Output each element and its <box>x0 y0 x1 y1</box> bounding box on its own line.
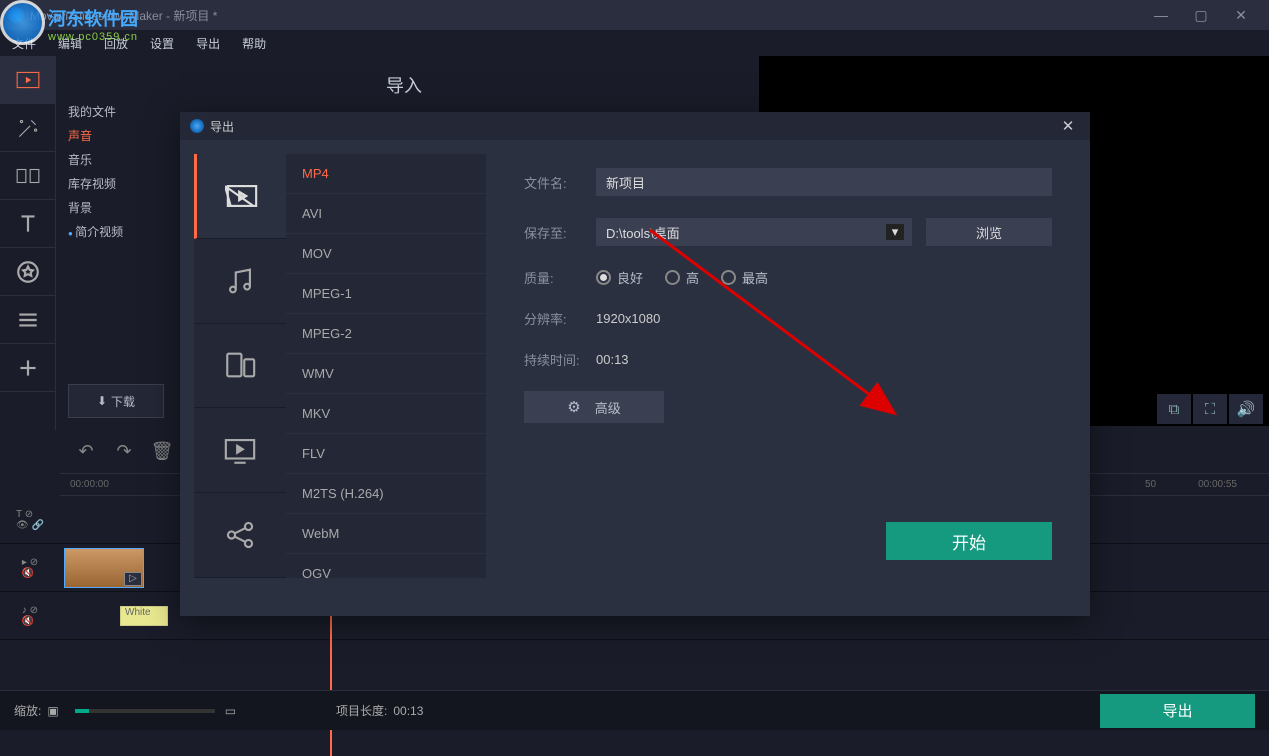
zoom-fit-icon[interactable]: ▣ <box>47 704 58 718</box>
duration-value: 00:13 <box>596 352 629 367</box>
tool-titles[interactable] <box>0 200 56 248</box>
preview-controls: ⧉ ⛶ 🔊 <box>1155 394 1263 424</box>
bottom-bar: 缩放: ▣ ▭ 项目长度: 00:13 导出 <box>0 690 1269 730</box>
category-share[interactable] <box>194 493 286 578</box>
video-track-head: ▸ ⊘🔇 <box>0 544 60 592</box>
saveto-value: D:\tools\桌面 <box>606 223 680 242</box>
detach-icon[interactable]: ⧉ <box>1157 394 1191 424</box>
dialog-titlebar: 导出 ✕ <box>180 112 1090 140</box>
zoom-wide-icon[interactable]: ▭ <box>225 704 236 718</box>
sidebar-item-sounds[interactable]: 声音 <box>68 124 164 148</box>
title-track-head: T ⊘👁 🔗 <box>0 496 60 544</box>
video-clip[interactable]: ▷ <box>64 548 144 588</box>
zoom-slider[interactable] <box>75 709 215 713</box>
filename-label: 文件名: <box>524 173 596 192</box>
tool-import[interactable] <box>0 56 56 104</box>
delete-button[interactable]: 🗑 <box>144 434 180 470</box>
format-avi[interactable]: AVI <box>286 194 486 234</box>
format-m2ts[interactable]: M2TS (H.264) <box>286 474 486 514</box>
sidebar-item-intro-video[interactable]: 简介视频 <box>68 220 164 244</box>
tool-transitions[interactable] <box>0 152 56 200</box>
sidebar-item-music[interactable]: 音乐 <box>68 148 164 172</box>
window-titlebar: Movavi Slideshow Maker - 新项目 * — ▢ ✕ <box>0 0 1269 30</box>
browse-button[interactable]: 浏览 <box>926 218 1052 246</box>
quality-high-label: 高 <box>686 268 699 287</box>
export-settings-column: 文件名: 保存至: D:\tools\桌面 浏览 质量: 良好 高 最高 分辨率… <box>486 154 1076 578</box>
format-mpeg2[interactable]: MPEG-2 <box>286 314 486 354</box>
audio-track-head: ♪ ⊘🔇 <box>0 592 60 640</box>
ruler-tick-50: 50 <box>1145 479 1156 490</box>
undo-button[interactable]: ↶ <box>68 434 104 470</box>
format-webm[interactable]: WebM <box>286 514 486 554</box>
close-button[interactable]: ✕ <box>1221 0 1261 30</box>
tool-add[interactable] <box>0 344 56 392</box>
menu-export[interactable]: 导出 <box>196 35 220 52</box>
ruler-tick-0: 00:00:00 <box>70 479 109 490</box>
format-flv[interactable]: FLV <box>286 434 486 474</box>
dialog-app-icon <box>190 119 204 133</box>
quality-good-radio[interactable]: 良好 <box>596 268 643 287</box>
sidebar-item-backgrounds[interactable]: 背景 <box>68 196 164 220</box>
advanced-label: 高级 <box>595 398 621 417</box>
category-tv[interactable] <box>194 408 286 493</box>
project-length-label: 项目长度: <box>336 702 387 719</box>
quality-best-label: 最高 <box>742 268 768 287</box>
quality-high-radio[interactable]: 高 <box>665 268 699 287</box>
category-audio[interactable] <box>194 239 286 324</box>
start-button[interactable]: 开始 <box>886 522 1052 560</box>
maximize-button[interactable]: ▢ <box>1181 0 1221 30</box>
transition-icon[interactable]: ▷ <box>124 572 142 586</box>
menu-bar: 文件 编辑 回放 设置 导出 帮助 <box>0 30 1269 56</box>
saveto-select[interactable]: D:\tools\桌面 <box>596 218 912 246</box>
project-length-value: 00:13 <box>393 704 423 718</box>
quality-good-label: 良好 <box>617 268 643 287</box>
export-format-column: MP4 AVI MOV MPEG-1 MPEG-2 WMV MKV FLV M2… <box>286 154 486 578</box>
category-video[interactable] <box>194 154 286 239</box>
audio-clip[interactable]: White <box>120 606 168 626</box>
quality-radio-group: 良好 高 最高 <box>596 268 790 287</box>
format-mpeg1[interactable]: MPEG-1 <box>286 274 486 314</box>
format-mkv[interactable]: MKV <box>286 394 486 434</box>
fullscreen-icon[interactable]: ⛶ <box>1193 394 1227 424</box>
quality-best-radio[interactable]: 最高 <box>721 268 768 287</box>
resolution-label: 分辨率: <box>524 309 596 328</box>
quality-label: 质量: <box>524 268 596 287</box>
sidebar-item-stock-video[interactable]: 库存视频 <box>68 172 164 196</box>
ruler-tick-55: 00:00:55 <box>1198 479 1237 490</box>
filename-input[interactable] <box>596 168 1052 196</box>
menu-help[interactable]: 帮助 <box>242 35 266 52</box>
advanced-button[interactable]: 高级 <box>524 391 664 423</box>
export-button[interactable]: 导出 <box>1100 694 1255 728</box>
watermark-logo-icon <box>0 0 45 45</box>
resolution-value: 1920x1080 <box>596 311 660 326</box>
menu-settings[interactable]: 设置 <box>150 35 174 52</box>
format-ogv[interactable]: OGV <box>286 554 486 578</box>
watermark-overlay: 河东软件园 www.pc0359.cn <box>0 0 138 43</box>
export-category-column <box>194 154 286 578</box>
saveto-label: 保存至: <box>524 223 596 242</box>
export-dialog: 导出 ✕ MP4 AVI MOV MPEG-1 MPEG-2 WMV MKV F… <box>180 112 1090 616</box>
format-mov[interactable]: MOV <box>286 234 486 274</box>
download-button[interactable]: 下载 <box>68 384 164 418</box>
sidebar-item-myfiles[interactable]: 我的文件 <box>68 100 164 124</box>
redo-button[interactable]: ↷ <box>106 434 142 470</box>
dialog-close-button[interactable]: ✕ <box>1056 114 1080 138</box>
dialog-title: 导出 <box>210 118 234 135</box>
volume-icon[interactable]: 🔊 <box>1229 394 1263 424</box>
format-wmv[interactable]: WMV <box>286 354 486 394</box>
tool-filters[interactable] <box>0 104 56 152</box>
watermark-text-1: 河东软件园 <box>48 5 138 31</box>
watermark-text-2: www.pc0359.cn <box>48 31 138 43</box>
minimize-button[interactable]: — <box>1141 0 1181 30</box>
duration-label: 持续时间: <box>524 350 596 369</box>
format-mp4[interactable]: MP4 <box>286 154 486 194</box>
category-devices[interactable] <box>194 324 286 409</box>
zoom-label: 缩放: <box>14 702 41 719</box>
tool-stickers[interactable] <box>0 248 56 296</box>
tool-more[interactable] <box>0 296 56 344</box>
